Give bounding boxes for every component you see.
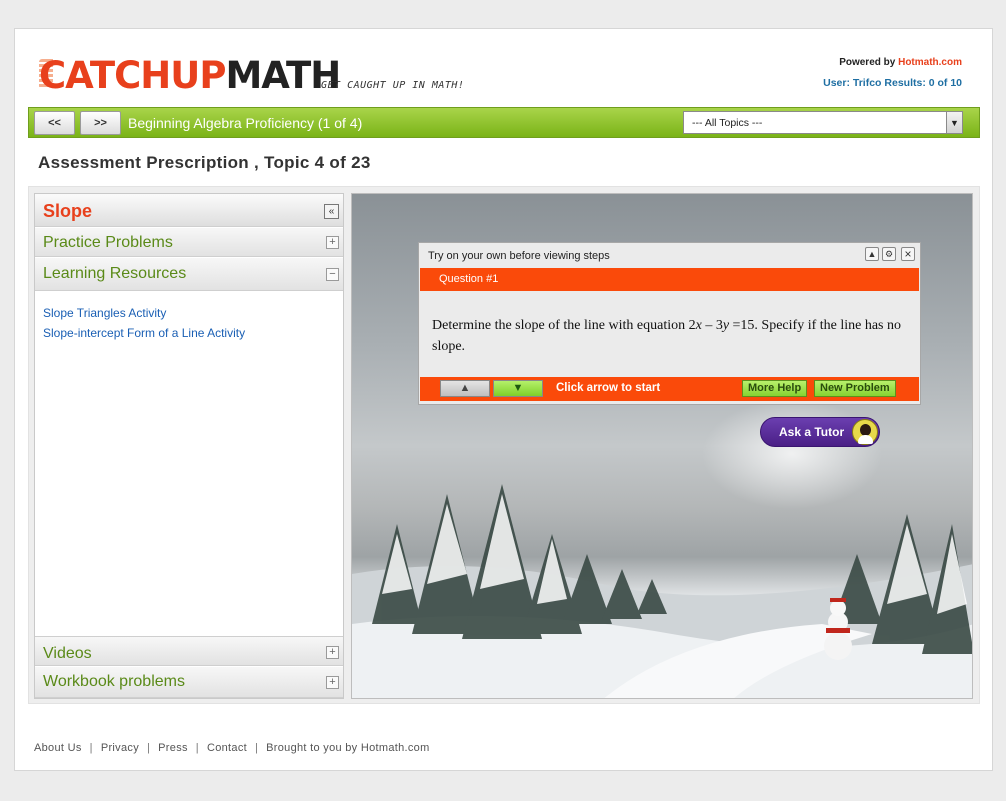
footer-link-privacy[interactable]: Privacy [101, 742, 139, 754]
section-label: Videos [43, 645, 92, 662]
ask-a-tutor-button[interactable]: Ask a Tutor [760, 417, 880, 447]
options-icon[interactable]: ⚙ [882, 247, 896, 261]
page-container: CATCHUPMATH GET CAUGHT UP IN MATH! Power… [14, 28, 993, 771]
footer-separator: | [195, 742, 199, 754]
collapse-left-icon[interactable]: « [324, 204, 339, 219]
arrow-down-icon: ▼ [512, 382, 524, 394]
course-title: Beginning Algebra Proficiency (1 of 4) [128, 115, 363, 131]
footer-links: About Us | Privacy | Press | Contact | Brought t… [34, 742, 430, 754]
question-text-part: Determine the slope of the line with equ… [432, 318, 696, 333]
section-label: Learning Resources [43, 265, 187, 282]
section-workbook-problems[interactable]: Workbook problems + [35, 667, 343, 698]
step-back-button[interactable]: ▲ [440, 380, 490, 397]
topic-select[interactable]: --- All Topics --- ▼ [683, 111, 963, 134]
prev-button[interactable]: << [34, 111, 75, 135]
start-hint: Click arrow to start [556, 382, 661, 394]
logo-text: CATCHUPMATH [39, 54, 341, 97]
footer-separator: | [254, 742, 259, 754]
hotmath-link[interactable]: Hotmath.com [898, 57, 962, 68]
question-text-part: – 3 [701, 318, 723, 333]
footer-link-hotmath[interactable]: Brought to you by Hotmath.com [266, 742, 429, 754]
close-icon[interactable]: × [901, 247, 915, 261]
footer-link-press[interactable]: Press [158, 742, 188, 754]
expand-plus-icon[interactable]: + [326, 236, 339, 249]
footer-separator: | [147, 742, 151, 754]
question-label: Question #1 [439, 273, 499, 285]
section-practice-problems[interactable]: Practice Problems + [35, 228, 343, 257]
powered-by: Powered by Hotmath.com [839, 57, 962, 68]
topic-header: Slope « [35, 194, 343, 227]
footer-link-contact[interactable]: Contact [207, 742, 247, 754]
minimize-icon[interactable]: ▲ [865, 247, 879, 261]
resource-list: Slope Triangles Activity Slope-intercept… [43, 306, 245, 346]
nav-bar: << >> Beginning Algebra Proficiency (1 o… [28, 107, 980, 138]
question-bar: Question #1 [420, 268, 919, 291]
question-text: Determine the slope of the line with equ… [432, 315, 902, 357]
section-label: Practice Problems [43, 234, 173, 251]
resource-link[interactable]: Slope-intercept Form of a Line Activity [43, 326, 245, 340]
next-button[interactable]: >> [80, 111, 121, 135]
logo-catchup: CATCHUP [39, 54, 226, 97]
arrow-up-icon: ▲ [459, 382, 471, 394]
winter-scene-background: Try on your own before viewing steps ▲ ⚙… [351, 193, 973, 699]
section-videos[interactable]: Videos + [35, 636, 343, 666]
more-help-button[interactable]: More Help [742, 380, 808, 397]
content-area: Slope « Practice Problems + Learning Res… [28, 186, 980, 704]
topic-select-value: --- All Topics --- [692, 117, 763, 129]
problem-widget: Try on your own before viewing steps ▲ ⚙… [418, 242, 921, 405]
left-panel: Slope « Practice Problems + Learning Res… [34, 193, 344, 699]
section-label: Workbook problems [43, 673, 185, 690]
widget-title: Try on your own before viewing steps [428, 250, 610, 262]
tutor-label: Ask a Tutor [779, 425, 845, 439]
footer-separator: | [89, 742, 93, 754]
page-title: Assessment Prescription , Topic 4 of 23 [38, 153, 371, 172]
collapse-minus-icon[interactable]: − [326, 268, 339, 281]
step-forward-button[interactable]: ▼ [493, 380, 543, 397]
catchupmath-logo[interactable]: CATCHUPMATH [39, 54, 341, 97]
expand-plus-icon[interactable]: + [326, 646, 339, 659]
footer-link-about[interactable]: About Us [34, 742, 82, 754]
topic-title: Slope [43, 201, 93, 221]
powered-by-label: Powered by [839, 57, 899, 68]
step-controls-bar: ▲ ▼ Click arrow to start More Help New P… [420, 377, 919, 401]
dropdown-arrow-icon[interactable]: ▼ [946, 112, 962, 133]
expand-plus-icon[interactable]: + [326, 676, 339, 689]
section-learning-resources[interactable]: Learning Resources − [35, 258, 343, 291]
tagline: GET CAUGHT UP IN MATH! [321, 80, 465, 91]
user-results: User: Trifco Results: 0 of 10 [823, 77, 962, 89]
resource-link[interactable]: Slope Triangles Activity [43, 306, 245, 320]
new-problem-button[interactable]: New Problem [814, 380, 896, 397]
tutor-avatar-icon [852, 419, 878, 445]
